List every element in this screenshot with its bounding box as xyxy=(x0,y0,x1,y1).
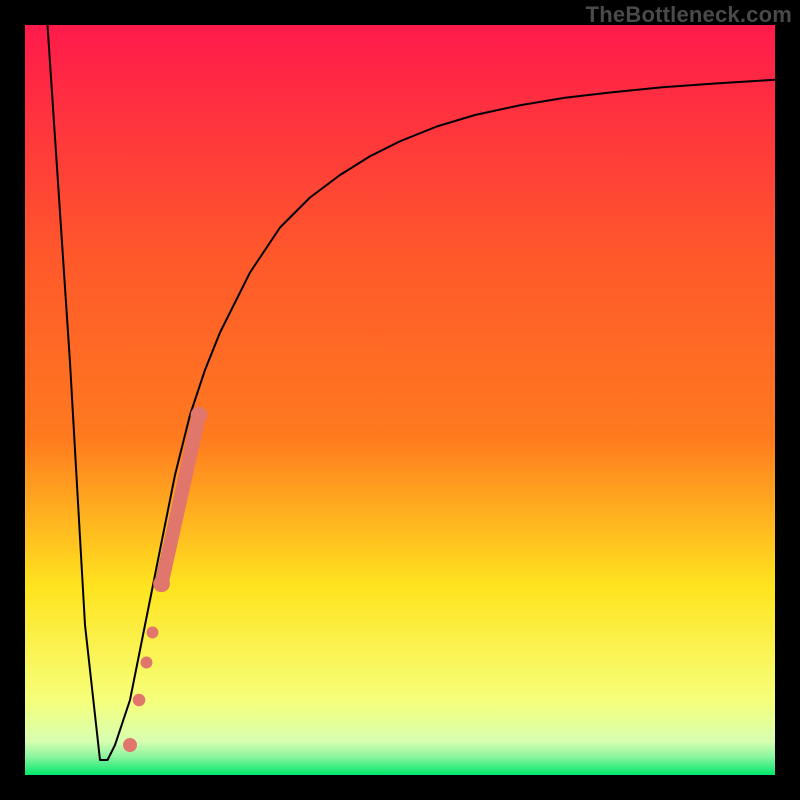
chart-frame: TheBottleneck.com xyxy=(0,0,800,800)
cluster-point xyxy=(123,738,137,752)
cluster-point xyxy=(147,627,159,639)
bottleneck-plot xyxy=(25,25,775,775)
cluster-point xyxy=(133,694,146,707)
cluster-end xyxy=(191,407,208,424)
cluster-point xyxy=(141,657,153,669)
cluster-start xyxy=(153,575,170,592)
